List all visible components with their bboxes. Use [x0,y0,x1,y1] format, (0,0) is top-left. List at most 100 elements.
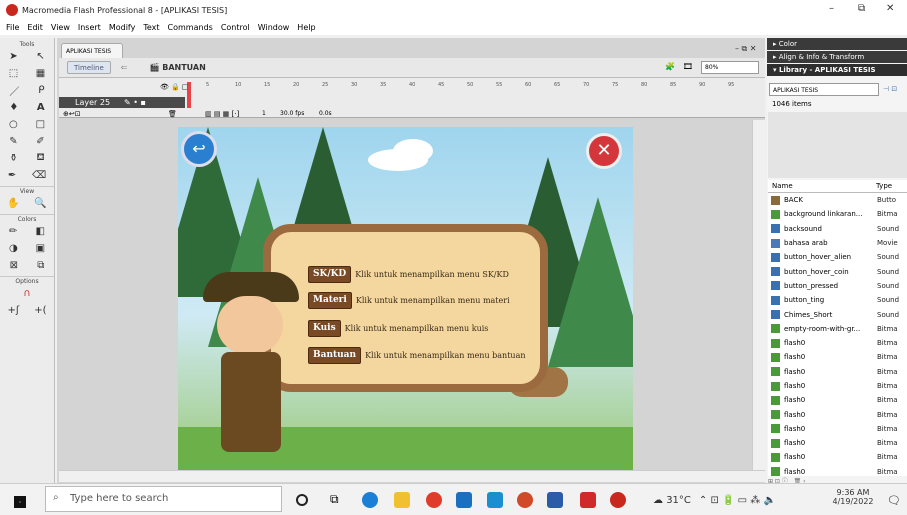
layer-row[interactable]: Layer 25 ✎ • ▪ [59,97,185,108]
free-transform-tool-icon[interactable]: ⬚ [9,68,18,79]
edit-symbol-icon[interactable]: 🧩 [665,62,675,71]
document-window-controls[interactable]: – ⧉ ✕ [735,44,757,54]
library-item[interactable]: flash0 Bitma [768,336,907,350]
temperature[interactable]: 31°C [666,495,691,506]
type-column-header[interactable]: Type [876,182,892,190]
eraser-tool-icon[interactable]: ⌫ [32,170,46,181]
library-item[interactable]: button_pressed Sound [768,279,907,293]
menu-help[interactable]: Help [297,23,315,32]
playhead[interactable] [187,82,191,108]
kuis-button[interactable]: Kuis [308,320,341,337]
swap-colors-icon[interactable]: ▣ [36,243,45,254]
pencil-tool-icon[interactable]: ✎ [9,136,17,147]
back-arrow-icon[interactable]: ↩ [181,131,217,167]
acrobat-icon[interactable] [580,492,596,508]
edge-icon[interactable] [362,492,378,508]
menu-edit[interactable]: Edit [27,23,43,32]
pin-library-icon[interactable]: ⊣ ⊡ [883,85,897,93]
library-item[interactable]: backsound Sound [768,222,907,236]
bantuan-button[interactable]: Bantuan [308,347,362,364]
edit-scene-icon[interactable]: 🎞 [683,62,693,71]
rectangle-tool-icon[interactable]: □ [36,119,45,130]
brush-tool-icon[interactable]: ✐ [36,136,44,147]
library-item[interactable]: Chimes_Short Sound [768,307,907,321]
flash-taskbar-icon[interactable] [610,492,626,508]
no-color-icon[interactable]: ⊠ [10,260,18,271]
pen-tool-icon[interactable]: ♦ [9,102,18,113]
library-footer-icons[interactable]: ⊞ ⊡ ⓘ 🗑 ‹ [768,476,907,485]
library-item[interactable]: flash0 Bitma [768,365,907,379]
stroke-color-icon[interactable]: ✏ [9,226,17,237]
menu-insert[interactable]: Insert [78,23,101,32]
notification-icon[interactable]: 🗨 [887,494,901,507]
fill-transform-tool-icon[interactable]: ▦ [36,68,45,79]
line-tool-icon[interactable]: ／ [9,83,19,98]
library-item[interactable]: flash0 Bitma [768,407,907,421]
text-tool-icon[interactable]: A [37,102,45,113]
menu-item-skkd[interactable]: SK/KD Klik untuk menampilkan menu SK/KD [308,266,509,283]
black-white-icon[interactable]: ◑ [9,243,18,254]
library-item[interactable]: bahasa arab Movie [768,236,907,250]
align-panel-header[interactable]: ▸ Align & Info & Transform [767,51,907,63]
library-panel-header[interactable]: ▾ Library - APLIKASI TESIS [767,64,907,76]
menu-item-bantuan[interactable]: Bantuan Klik untuk menampilkan menu bant… [308,347,526,364]
add-layer-icon[interactable]: ⊕↩⊡ [63,110,81,118]
delete-layer-icon[interactable]: 🗑 [168,110,177,118]
menu-item-materi[interactable]: Materi Klik untuk menampilkan menu mater… [308,292,510,309]
arrow-tool-icon[interactable]: ➤ [9,51,17,62]
paint-bucket-tool-icon[interactable]: ⛾ [36,152,44,165]
library-item[interactable]: button_ting Sound [768,293,907,307]
close-icon[interactable]: ✕ [586,133,622,169]
library-item[interactable]: background linkaran... Bitma [768,207,907,221]
library-item[interactable]: flash0 Bitma [768,393,907,407]
library-item[interactable]: flash0 Bitma [768,450,907,464]
file-explorer-icon[interactable] [394,492,410,508]
menu-text[interactable]: Text [143,23,159,32]
library-item[interactable]: empty-room-with-gr... Bitma [768,322,907,336]
library-item[interactable]: flash0 Bitma [768,436,907,450]
menu-window[interactable]: Window [258,23,290,32]
weather-icon[interactable]: ☁ [653,495,666,506]
color-panel-header[interactable]: ▸ Color [767,38,907,50]
oval-tool-icon[interactable]: ○ [9,119,18,130]
cortana-icon[interactable] [296,494,308,506]
taskbar-search-input[interactable]: ⌕ Type here to search [45,486,282,512]
word-icon[interactable] [547,492,563,508]
menu-item-kuis[interactable]: Kuis Klik untuk menampilkan menu kuis [308,320,488,337]
clock[interactable]: 9:36 AM 4/19/2022 [830,488,876,506]
opera-icon[interactable] [426,492,442,508]
menu-control[interactable]: Control [221,23,250,32]
smooth-icon[interactable]: +ʃ [7,305,19,316]
mail-icon[interactable] [456,492,472,508]
menu-modify[interactable]: Modify [109,23,136,32]
straighten-icon[interactable]: +( [34,305,46,316]
skkd-button[interactable]: SK/KD [308,266,352,283]
hand-tool-icon[interactable]: ✋ [7,198,19,209]
restore-button[interactable]: ⧉ [858,3,865,14]
scene-breadcrumb[interactable]: 🎬 BANTUAN [149,63,205,72]
menu-view[interactable]: View [51,23,70,32]
ink-bottle-tool-icon[interactable]: ⚱ [9,153,17,164]
minimize-button[interactable]: – [829,3,834,14]
close-window-button[interactable]: ✕ [886,3,894,14]
windows-start-icon[interactable] [14,496,26,508]
app-l-icon[interactable] [487,492,503,508]
default-colors-icon[interactable]: ⧉ [37,260,44,271]
lasso-tool-icon[interactable]: ᑭ [38,85,44,96]
eyedropper-tool-icon[interactable]: ✒ [8,170,16,181]
library-item[interactable]: flash0 Bitma [768,465,907,476]
library-item[interactable]: button_hover_alien Sound [768,250,907,264]
library-item[interactable]: BACK Butto [768,193,907,207]
onion-skin-icons[interactable]: ▥ ▤ ▦ [·] [205,110,239,118]
library-item[interactable]: flash0 Bitma [768,379,907,393]
horizontal-scrollbar[interactable] [59,470,765,482]
menu-file[interactable]: File [6,23,19,32]
app-icon[interactable] [517,492,533,508]
library-select[interactable]: APLIKASI TESIS [769,83,879,96]
subselect-tool-icon[interactable]: ↖ [36,51,44,62]
document-tab[interactable]: APLIKASI TESIS [61,43,123,58]
task-view-icon[interactable]: ⧉ [330,492,346,508]
library-item[interactable]: button_hover_coin Sound [768,264,907,278]
fill-color-icon[interactable]: ◧ [36,226,45,237]
snap-magnet-icon[interactable]: ∩ [23,288,30,299]
